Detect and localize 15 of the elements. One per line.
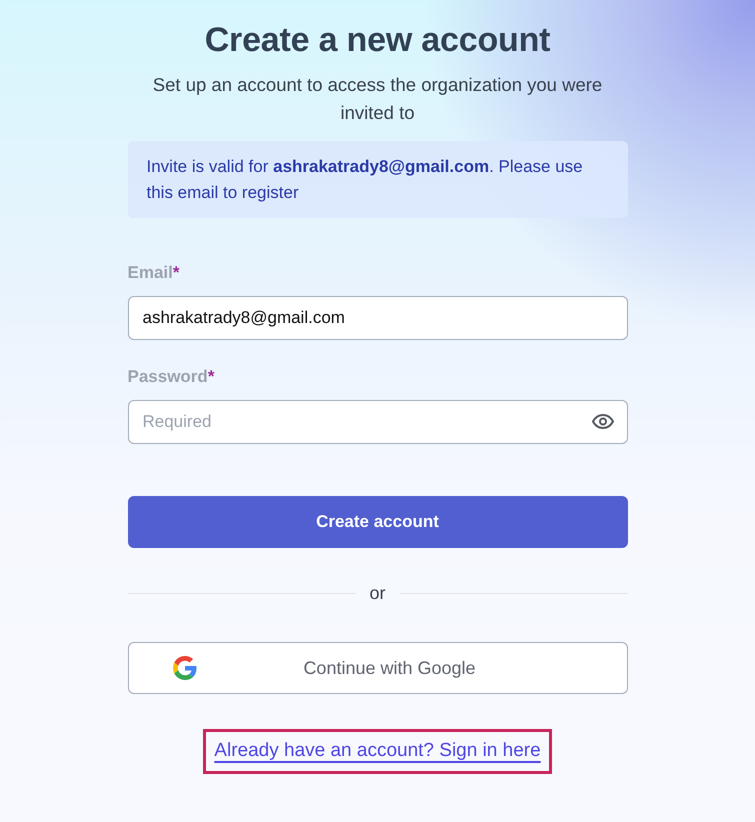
create-account-button[interactable]: Create account xyxy=(128,496,628,548)
required-mark: * xyxy=(208,366,214,388)
divider-text: or xyxy=(370,582,386,605)
google-logo-icon xyxy=(172,656,196,680)
page-title: Create a new account xyxy=(204,20,552,61)
eye-icon[interactable] xyxy=(592,414,614,429)
required-mark: * xyxy=(172,262,180,284)
subtitle-text: Set up an account to access the organization you were invited to xyxy=(152,73,604,125)
field-label: Password xyxy=(128,366,208,388)
email-field[interactable]: ashrakatrady8@gmail.com xyxy=(128,296,628,340)
invite-notice: Invite is valid for ashrakatrady8@gmail.com. Please use this email to register xyxy=(128,141,628,218)
password-field[interactable]: Required xyxy=(128,400,628,444)
google-sign-in-button[interactable]: Continue with Google xyxy=(128,642,628,694)
field-label: Email xyxy=(128,262,173,284)
sign-in-link[interactable]: Already have an account? Sign in here xyxy=(214,740,541,761)
